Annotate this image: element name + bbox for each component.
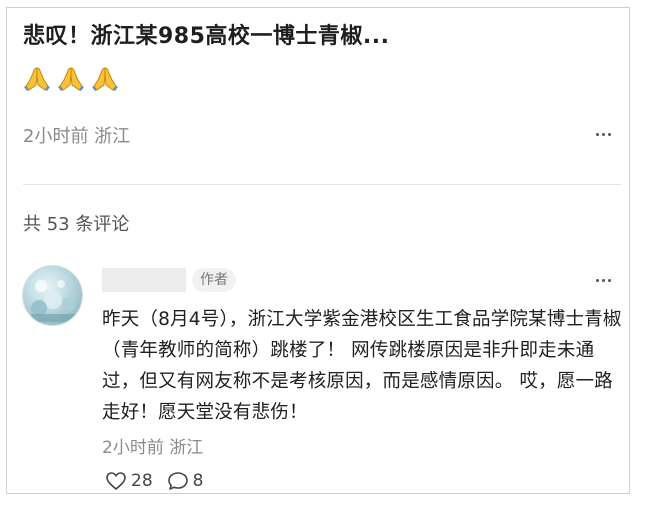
like-count: 28 [131,471,153,491]
author-badge: 作者 [192,268,236,292]
comment-text: 昨天（8月4号），浙江大学紫金港校区生工食品学院某博士青椒（青年教师的简称）跳楼… [102,309,622,423]
section-divider [23,184,621,185]
avatar-image-icon [31,280,77,322]
avatar[interactable] [22,265,83,326]
comment-more-options-icon[interactable] [596,279,611,282]
comment-actions: 28 8 [105,471,203,491]
folded-hands-icon [58,67,84,91]
post-title[interactable]: 悲叹！浙江某985高校一博士青椒... [23,18,390,50]
heart-icon [106,472,126,490]
reply-count: 8 [192,471,204,491]
author-name-redacted[interactable] [102,268,186,292]
emoji-row [23,65,119,93]
reply-button[interactable]: 8 [167,471,204,491]
post-meta: 2小时前 浙江 [23,126,131,147]
like-button[interactable]: 28 [105,471,153,491]
folded-hands-icon [24,67,50,91]
post-card: 悲叹！浙江某985高校一博士青椒... 2小时前 浙江 共 53 条评论 作者 … [6,7,630,494]
folded-hands-icon [92,67,118,91]
comment-count: 共 53 条评论 [23,214,130,235]
post-more-options-icon[interactable] [596,133,611,136]
comment-bubble-icon [167,472,188,490]
comment-meta: 2小时前 浙江 [102,438,204,458]
